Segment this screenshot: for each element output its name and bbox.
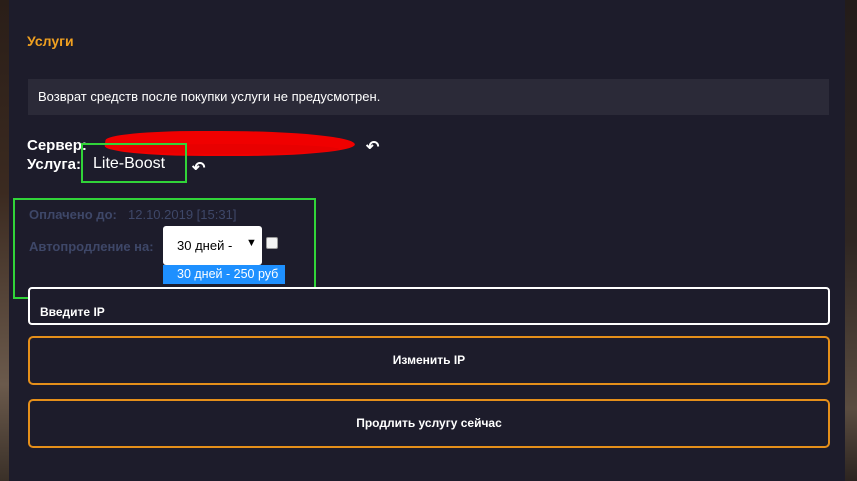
- renew-now-button[interactable]: Продлить услугу сейчас: [28, 399, 830, 448]
- highlight-box-autorenew: [13, 198, 316, 299]
- background-right: [845, 0, 857, 481]
- refund-notice: Возврат средств после покупки услуги не …: [28, 79, 829, 115]
- section-title: Услуги: [27, 33, 74, 49]
- change-ip-button[interactable]: Изменить IP: [28, 336, 830, 385]
- service-label: Услуга:: [27, 156, 81, 173]
- services-panel: Услуги Возврат средств после покупки усл…: [9, 0, 845, 481]
- back-arrow-icon[interactable]: ↶: [366, 137, 379, 157]
- back-arrow-icon[interactable]: ↶: [192, 158, 205, 178]
- ip-input[interactable]: [28, 287, 830, 325]
- server-label: Сервер:: [27, 137, 87, 154]
- highlight-box-service: [81, 143, 187, 183]
